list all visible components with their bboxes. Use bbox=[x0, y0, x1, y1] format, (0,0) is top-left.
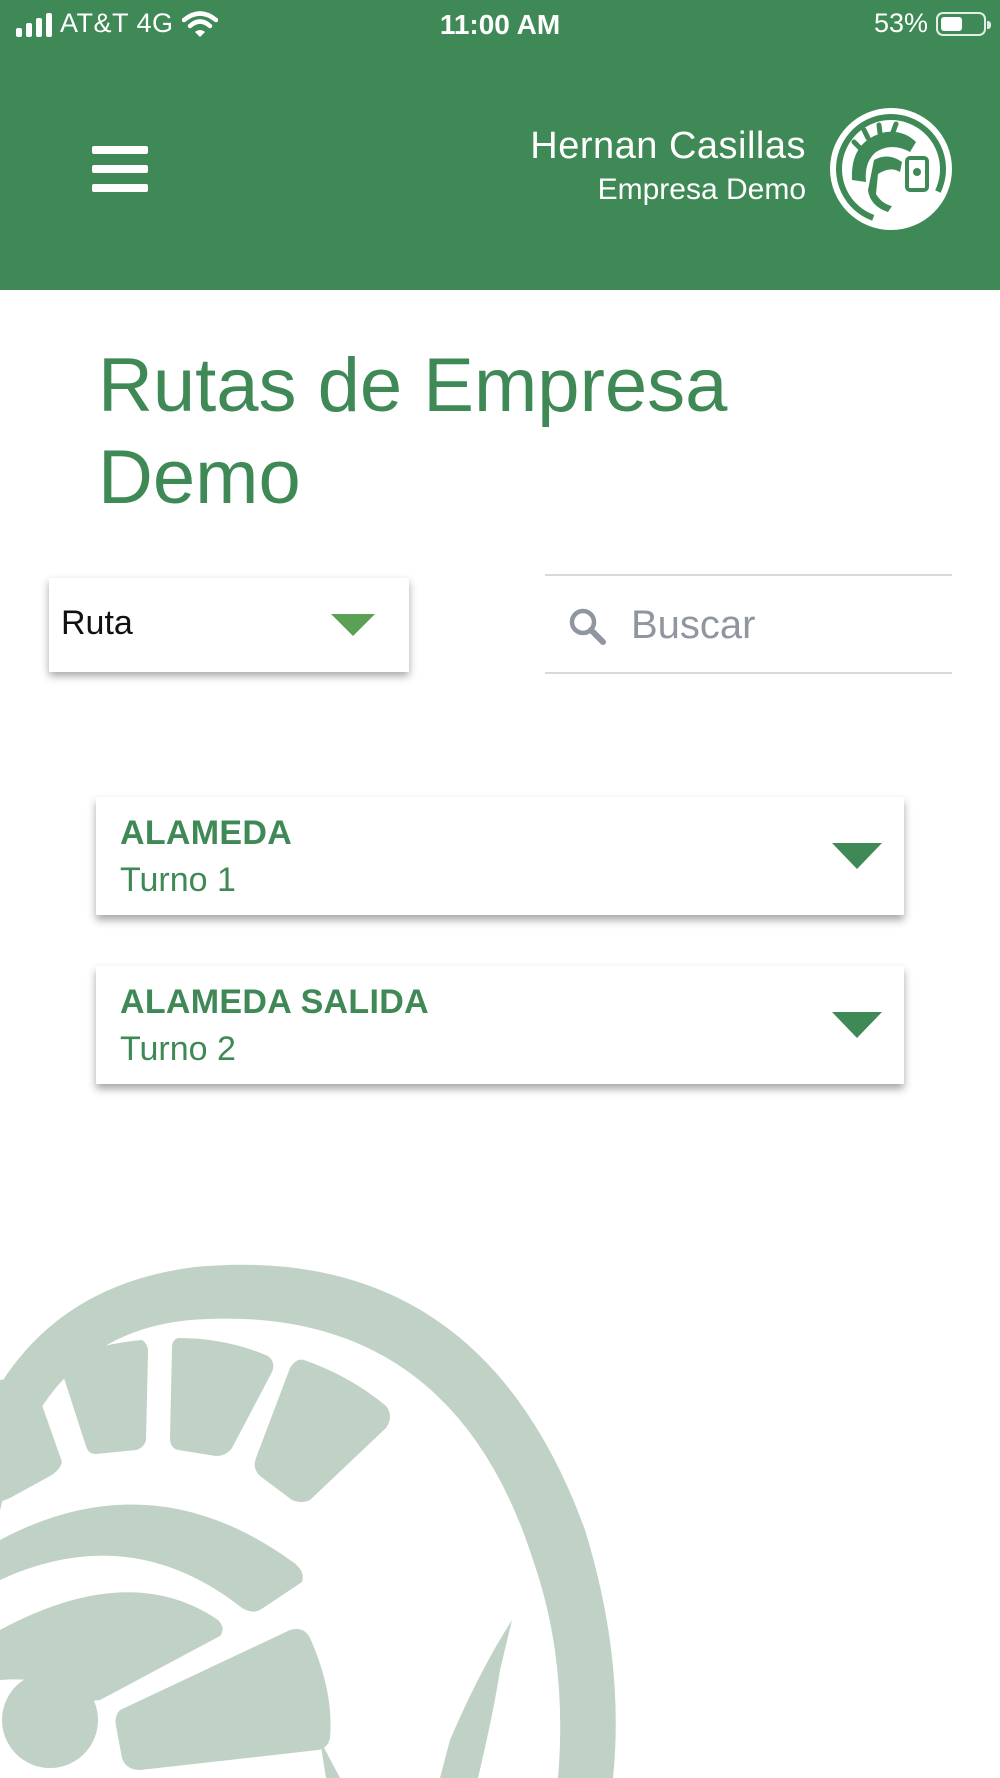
route-filter-dropdown[interactable]: Ruta bbox=[49, 578, 409, 672]
status-bar: AT&T 4G 11:00 AM 53% bbox=[0, 0, 1000, 52]
user-info: Hernan Casillas Empresa Demo bbox=[530, 122, 806, 210]
avatar[interactable] bbox=[830, 108, 952, 230]
battery-level bbox=[941, 16, 962, 31]
chevron-down-icon bbox=[331, 614, 375, 636]
app-header: AT&T 4G 11:00 AM 53% Hernan Casillas Emp… bbox=[0, 0, 1000, 290]
route-name: ALAMEDA SALIDA bbox=[120, 983, 429, 1021]
user-company: Empresa Demo bbox=[597, 173, 806, 206]
expand-chevron-icon[interactable] bbox=[832, 1012, 882, 1038]
route-shift: Turno 1 bbox=[120, 861, 236, 899]
route-card[interactable]: ALAMEDA SALIDA Turno 2 bbox=[96, 966, 904, 1084]
status-right: 53% bbox=[873, 8, 991, 39]
search-icon bbox=[569, 608, 606, 645]
route-filter-value: Ruta bbox=[61, 604, 133, 642]
user-name: Hernan Casillas bbox=[530, 125, 806, 167]
status-clock: 11:00 AM bbox=[439, 9, 561, 40]
route-shift: Turno 2 bbox=[120, 1030, 236, 1068]
page-title: Rutas de Empresa Demo bbox=[98, 343, 728, 520]
battery-percent: 53% bbox=[873, 8, 928, 38]
expand-chevron-icon[interactable] bbox=[832, 843, 882, 869]
hamburger-menu-icon[interactable] bbox=[92, 146, 148, 192]
search-box bbox=[545, 574, 952, 674]
spartan-helmet-watermark-icon bbox=[0, 1264, 616, 1778]
battery-icon bbox=[936, 11, 991, 36]
spartan-helmet-logo-icon bbox=[836, 114, 946, 224]
search-input[interactable] bbox=[629, 596, 933, 654]
route-name: ALAMEDA bbox=[120, 814, 293, 852]
route-card[interactable]: ALAMEDA Turno 1 bbox=[96, 797, 904, 915]
